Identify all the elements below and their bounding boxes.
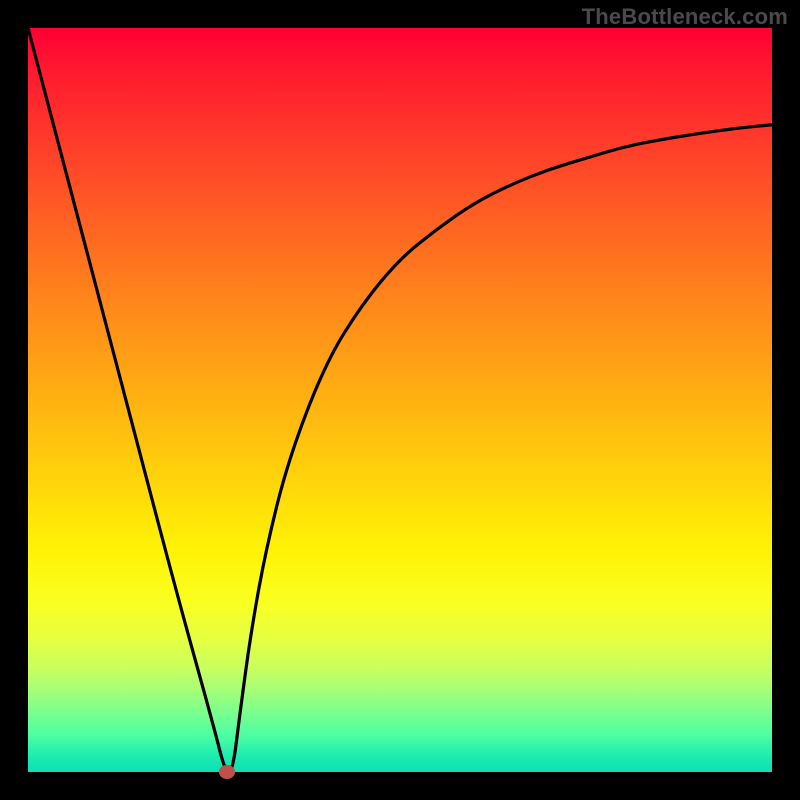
optimal-point-marker <box>219 765 235 779</box>
bottleneck-curve <box>28 28 772 772</box>
watermark-text: TheBottleneck.com <box>582 4 788 30</box>
plot-area <box>28 28 772 772</box>
chart-frame: TheBottleneck.com <box>0 0 800 800</box>
curve-path <box>28 28 772 772</box>
